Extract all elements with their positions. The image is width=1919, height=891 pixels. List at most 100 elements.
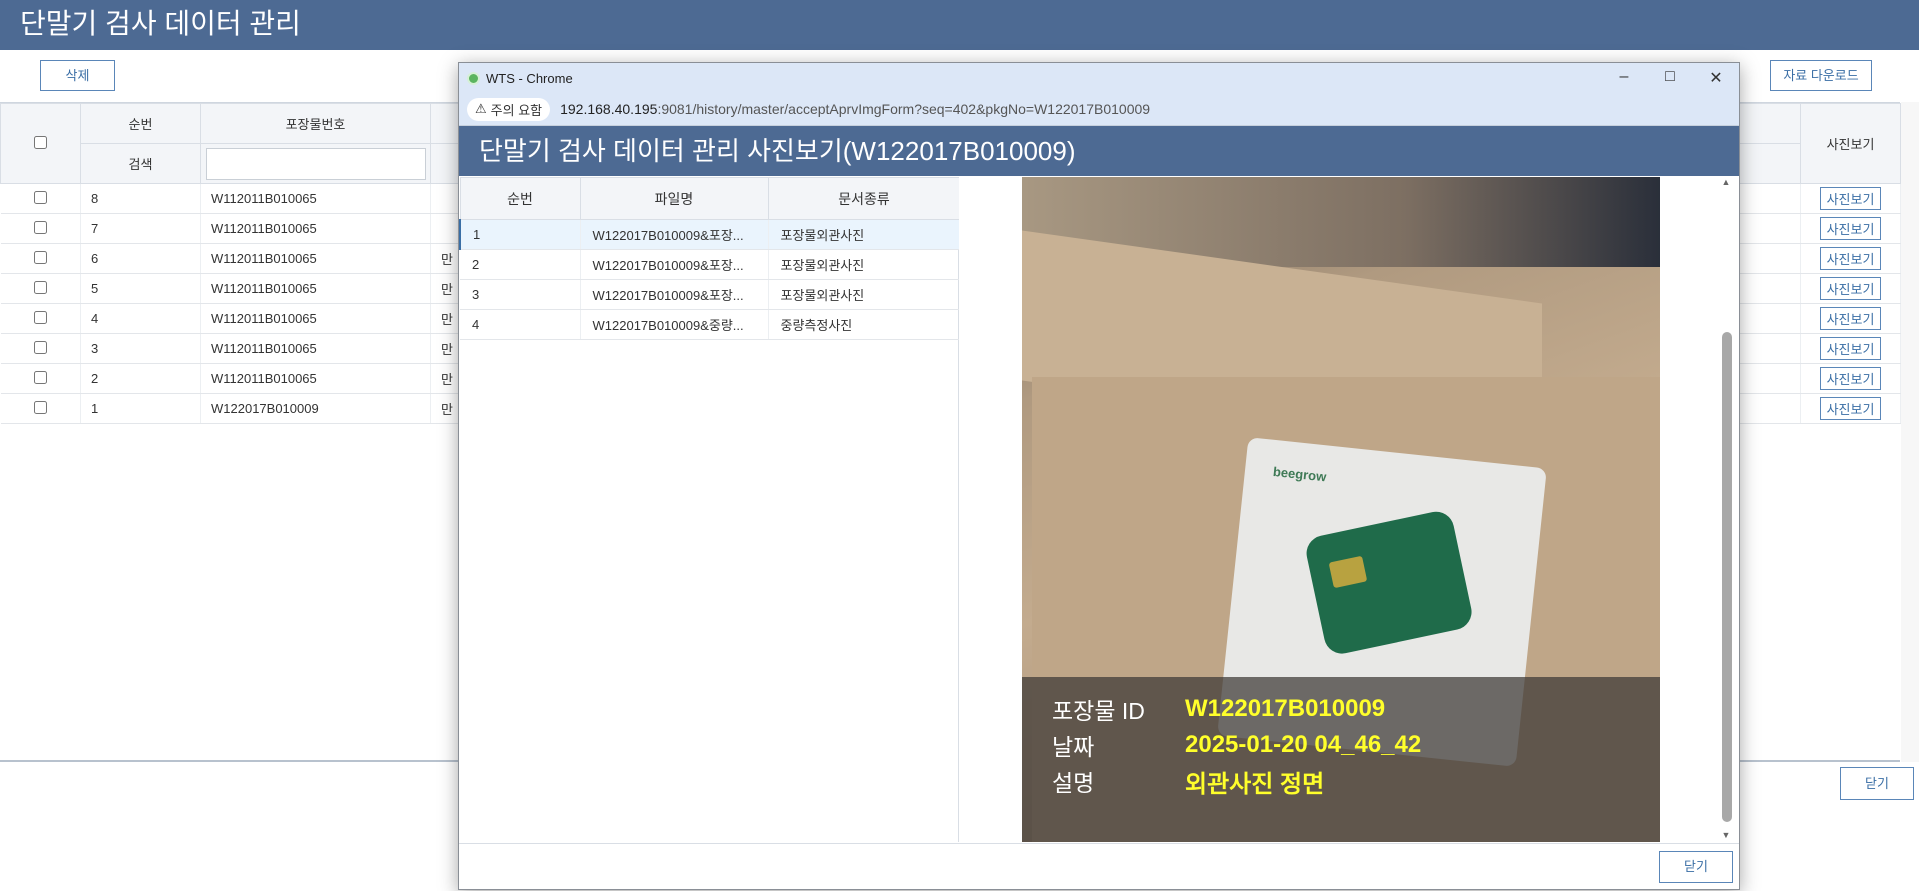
row-photo-cell: 사진보기 — [1800, 363, 1901, 394]
select-all-checkbox[interactable] — [34, 135, 47, 149]
row-checkbox[interactable] — [33, 280, 47, 294]
scroll-up-icon[interactable]: ▲ — [1719, 177, 1733, 189]
row-photo-cell: 사진보기 — [1800, 303, 1901, 334]
col-header-doc-type: 문서종류 — [767, 177, 961, 220]
file-seq: 4 — [460, 309, 581, 340]
row-select-cell — [0, 213, 81, 244]
file-list: 순번 파일명 문서종류 1 W122017B010009&포장... 포장물외관사진… — [459, 177, 961, 842]
pkg-no-filter-cell — [200, 143, 431, 184]
desc-label: 설명 — [1052, 770, 1095, 796]
row-seq: 1 — [80, 393, 201, 424]
viewer-scrollbar[interactable]: ▲ ▼ — [1719, 177, 1733, 842]
row-photo-cell: 사진보기 — [1800, 243, 1901, 274]
row-checkbox[interactable] — [33, 250, 47, 264]
row-select-cell — [0, 393, 81, 424]
date-value: 2025-01-20 04_46_42 — [1185, 731, 1422, 758]
file-seq: 2 — [460, 249, 581, 280]
row-seq: 3 — [80, 333, 201, 364]
photo-info-overlay: 포장물 ID W122017B010009 날짜 2025-01-20 04_4… — [1022, 677, 1660, 842]
app-icon — [467, 71, 480, 85]
row-photo-cell: 사진보기 — [1800, 183, 1901, 214]
row-pkg-no: W112011B010065 — [200, 303, 431, 334]
row-select-cell — [0, 243, 81, 274]
minimize-icon[interactable]: – — [1601, 68, 1647, 88]
view-photo-button[interactable]: 사진보기 — [1819, 217, 1882, 240]
row-select-cell — [0, 333, 81, 364]
popup-header: 단말기 검사 데이터 관리 사진보기(W122017B010009) — [459, 126, 1739, 176]
row-pkg-no: W112011B010065 — [200, 363, 431, 394]
col-header-seq: 순번 — [459, 177, 581, 220]
package-photo: beegrow 포장물 ID W122017B010009 날짜 2025-01… — [1022, 177, 1660, 842]
select-all-cell — [0, 103, 81, 184]
row-select-cell — [0, 363, 81, 394]
view-photo-button[interactable]: 사진보기 — [1819, 247, 1882, 270]
row-seq: 2 — [80, 363, 201, 394]
url-host: 192.168.40.195 — [560, 101, 658, 117]
row-pkg-no: W112011B010065 — [200, 243, 431, 274]
security-indicator[interactable]: ⚠ 주의 요함 — [467, 97, 551, 121]
warning-icon: ⚠ — [475, 101, 487, 116]
page-close-button[interactable]: 닫기 — [1840, 767, 1914, 800]
row-photo-cell: 사진보기 — [1800, 333, 1901, 364]
id-label: 포장물 ID — [1052, 698, 1145, 724]
search-label: 검색 — [80, 143, 201, 184]
pkg-no-filter-input[interactable] — [205, 147, 426, 180]
row-select-cell — [0, 273, 81, 304]
view-photo-button[interactable]: 사진보기 — [1819, 397, 1882, 420]
row-pkg-no: W112011B010065 — [200, 183, 431, 214]
maximize-icon[interactable]: □ — [1647, 68, 1693, 88]
row-photo-cell: 사진보기 — [1800, 393, 1901, 424]
address-bar[interactable]: ⚠ 주의 요함 192.168.40.195:9081/history/mast… — [459, 93, 1739, 126]
security-label: 주의 요함 — [490, 102, 543, 118]
row-checkbox[interactable] — [33, 190, 47, 204]
id-value: W122017B010009 — [1185, 695, 1386, 722]
close-icon[interactable]: ✕ — [1693, 68, 1739, 88]
file-doc-type: 포장물외관사진 — [768, 219, 961, 250]
row-checkbox[interactable] — [33, 310, 47, 324]
col-header-file: 파일명 — [579, 177, 769, 220]
grid-scrollbar[interactable] — [1901, 102, 1919, 762]
col-header-photo: 사진보기 — [1800, 103, 1901, 184]
file-row[interactable]: 3 W122017B010009&포장... 포장물외관사진 — [460, 279, 961, 310]
desc-value: 외관사진 정면 — [1185, 770, 1325, 798]
scroll-thumb[interactable] — [1722, 332, 1732, 822]
view-photo-button[interactable]: 사진보기 — [1819, 187, 1882, 210]
view-photo-button[interactable]: 사진보기 — [1819, 307, 1882, 330]
row-seq: 8 — [80, 183, 201, 214]
row-seq: 7 — [80, 213, 201, 244]
col-header-pkg-no: 포장물번호 — [200, 103, 431, 144]
photo-viewer: beegrow 포장물 ID W122017B010009 날짜 2025-01… — [959, 177, 1739, 842]
row-checkbox[interactable] — [33, 340, 47, 354]
col-header-seq: 순번 — [80, 103, 201, 144]
window-title: WTS - Chrome — [486, 70, 573, 86]
view-photo-button[interactable]: 사진보기 — [1819, 277, 1882, 300]
file-doc-type: 포장물외관사진 — [768, 249, 961, 280]
file-name: W122017B010009&포장... — [580, 279, 769, 310]
row-select-cell — [0, 303, 81, 334]
url-path: :9081/history/master/acceptAprvImgForm?s… — [657, 101, 1151, 117]
view-photo-button[interactable]: 사진보기 — [1819, 367, 1882, 390]
file-row[interactable]: 1 W122017B010009&포장... 포장물외관사진 — [459, 219, 961, 250]
row-select-cell — [0, 183, 81, 214]
row-checkbox[interactable] — [33, 400, 47, 414]
file-row[interactable]: 4 W122017B010009&중량... 중량측정사진 — [460, 309, 961, 340]
delete-button[interactable]: 삭제 — [40, 60, 115, 91]
row-pkg-no: W112011B010065 — [200, 213, 431, 244]
popup-footer: 닫기 — [459, 843, 1739, 889]
row-pkg-no: W112011B010065 — [200, 273, 431, 304]
scroll-down-icon[interactable]: ▼ — [1719, 830, 1733, 842]
file-name: W122017B010009&중량... — [580, 309, 769, 340]
file-row[interactable]: 2 W122017B010009&포장... 포장물외관사진 — [460, 249, 961, 280]
download-button[interactable]: 자료 다운로드 — [1770, 60, 1872, 91]
url-text: 192.168.40.195:9081/history/master/accep… — [560, 101, 1150, 117]
row-seq: 4 — [80, 303, 201, 334]
file-seq: 3 — [460, 279, 581, 310]
row-checkbox[interactable] — [33, 370, 47, 384]
photo-popup-window: WTS - Chrome – □ ✕ ⚠ 주의 요함 192.168.40.19… — [458, 62, 1740, 890]
row-checkbox[interactable] — [33, 220, 47, 234]
popup-close-button[interactable]: 닫기 — [1659, 851, 1733, 883]
brand-text: beegrow — [1272, 463, 1328, 485]
view-photo-button[interactable]: 사진보기 — [1819, 337, 1882, 360]
file-doc-type: 포장물외관사진 — [768, 279, 961, 310]
page-title: 단말기 검사 데이터 관리 — [0, 0, 1919, 50]
